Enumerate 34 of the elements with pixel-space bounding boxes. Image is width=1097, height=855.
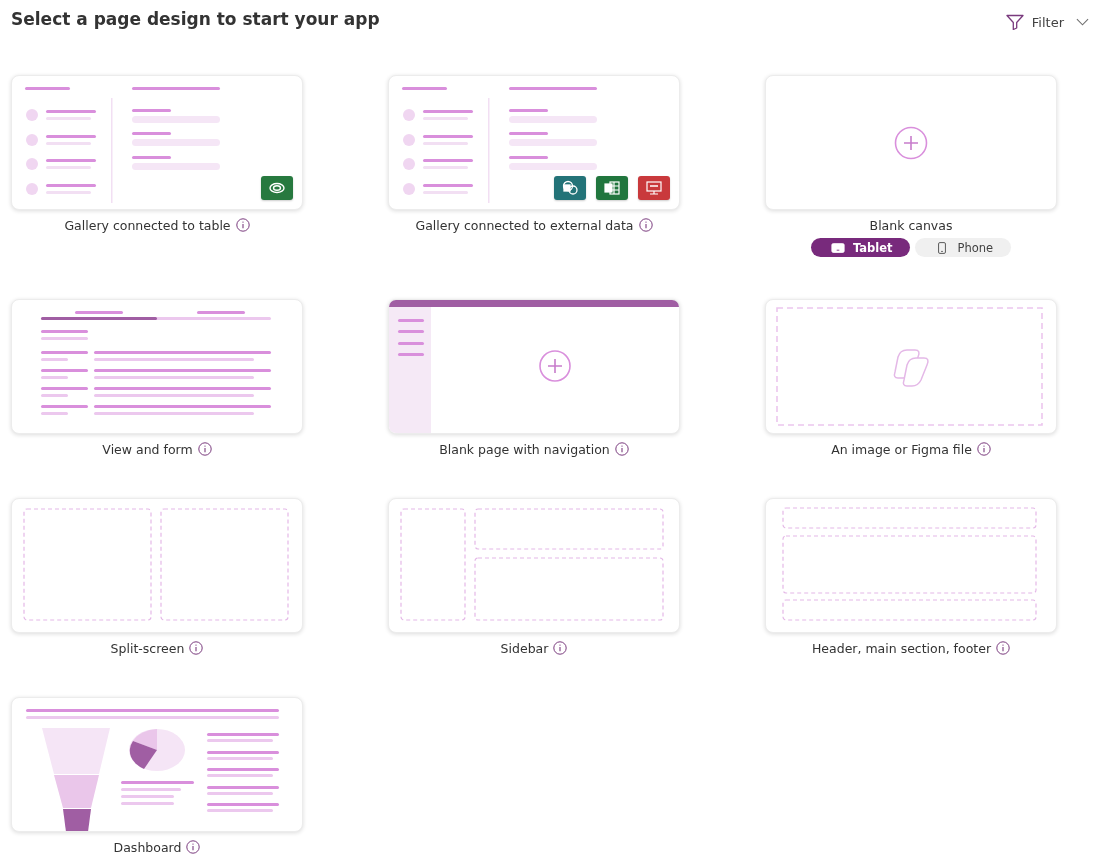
template-name: An image or Figma file [831, 441, 972, 457]
template-card[interactable] [11, 75, 303, 210]
template-card[interactable] [388, 299, 680, 434]
template-card[interactable] [388, 75, 680, 210]
template-name: View and form [102, 441, 193, 457]
info-icon[interactable] [638, 218, 653, 232]
info-icon[interactable] [197, 442, 212, 456]
add-icon [894, 125, 928, 160]
info-icon[interactable] [235, 218, 250, 232]
template-name: Split-screen [110, 640, 185, 656]
filter-icon [1005, 14, 1024, 30]
info-icon[interactable] [186, 840, 201, 854]
info-icon[interactable] [996, 641, 1011, 655]
template-card[interactable] [11, 299, 303, 434]
overlapping-shapes-icon [893, 349, 929, 387]
form-factor-option[interactable]: Tablet [810, 238, 911, 257]
template-card[interactable] [11, 697, 303, 832]
template-name: Sidebar [500, 640, 549, 656]
tablet-icon [830, 241, 845, 254]
template-name: Blank page with navigation [439, 441, 610, 457]
form-factor-option[interactable]: Phone [915, 238, 1012, 257]
info-icon[interactable] [614, 442, 629, 456]
page-title: Select a page design to start your app [11, 9, 380, 29]
template-name: Gallery connected to table [64, 217, 231, 233]
add-icon [539, 350, 571, 382]
info-icon[interactable] [553, 641, 568, 655]
template-name: Dashboard [113, 839, 182, 855]
template-name: Header, main section, footer [811, 640, 992, 656]
template-name: Blank canvas [869, 217, 953, 233]
chevron-down-icon [1076, 18, 1089, 26]
info-icon[interactable] [189, 641, 204, 655]
filter-button[interactable]: Filter [1005, 14, 1097, 30]
template-name: Gallery connected to external data [415, 217, 634, 233]
info-icon[interactable] [976, 442, 991, 456]
